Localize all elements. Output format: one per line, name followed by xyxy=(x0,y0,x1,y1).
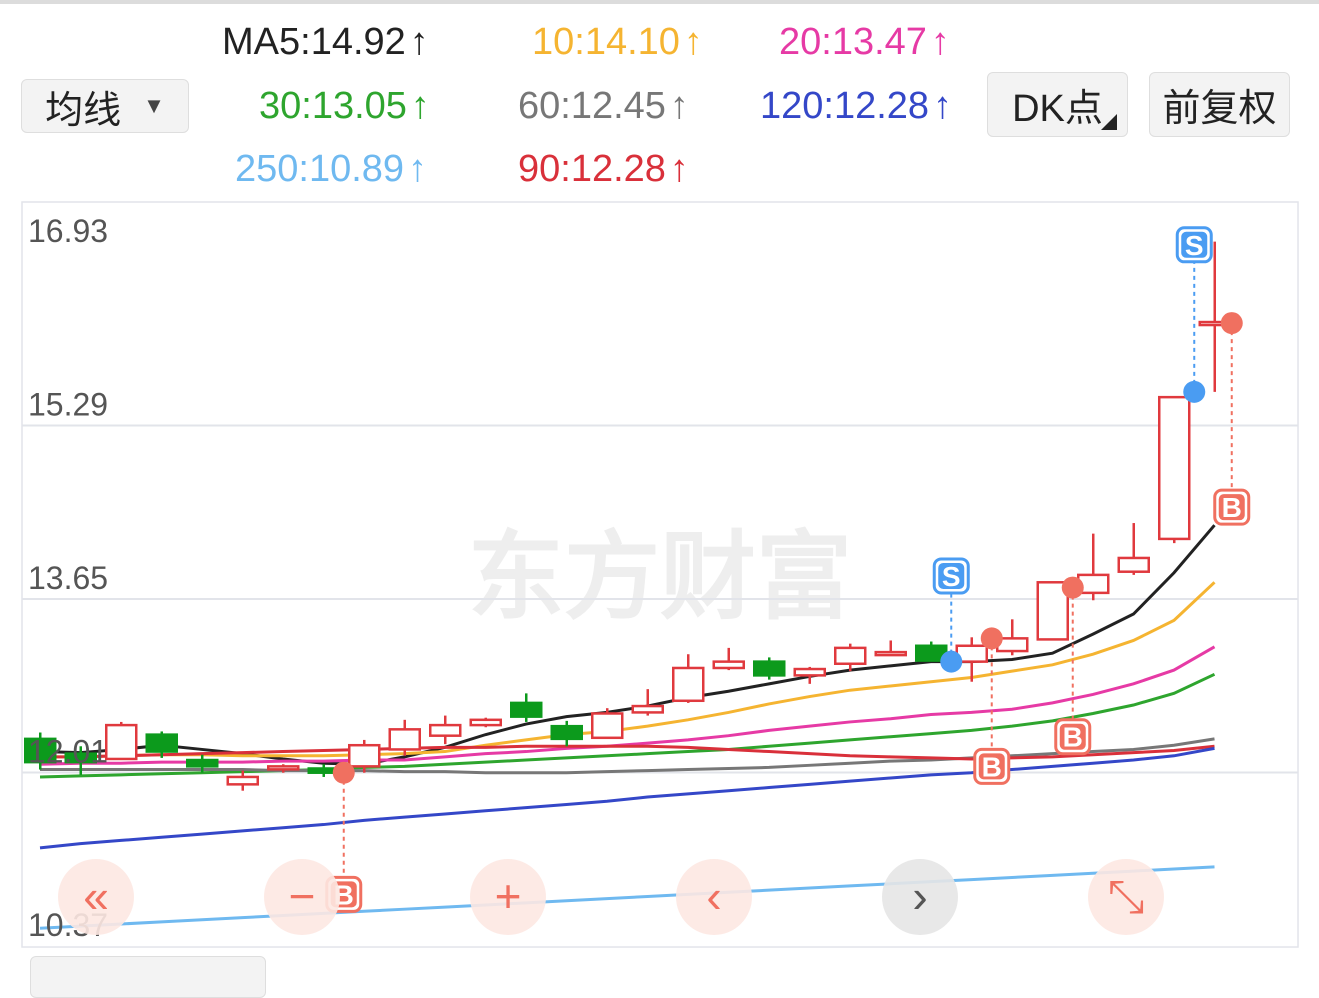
signal-letter: S xyxy=(1185,230,1204,261)
candle-body xyxy=(145,733,178,753)
candle-body xyxy=(793,667,826,677)
y-tick-label: 13.65 xyxy=(28,560,108,596)
candle-body xyxy=(186,758,219,768)
candle-body xyxy=(388,728,421,751)
candle-body xyxy=(469,718,502,727)
signal-dot xyxy=(1220,312,1243,335)
watermark: 东方财富 xyxy=(468,524,852,631)
y-tick-label: 12.01 xyxy=(28,734,108,770)
volume-indicator-select[interactable] xyxy=(30,956,266,998)
candle-body xyxy=(874,650,907,657)
signal-dot xyxy=(332,761,355,784)
signal-dot xyxy=(1183,380,1206,403)
signal-dot xyxy=(1061,576,1084,599)
candle-body xyxy=(631,704,664,714)
candle-body xyxy=(591,712,624,740)
signal-letter: B xyxy=(1063,722,1083,753)
fullscreen-button[interactable]: ⤡ xyxy=(1088,859,1164,935)
y-tick-label: 16.93 xyxy=(28,213,108,249)
prev-button[interactable]: ‹ xyxy=(676,859,752,935)
signal-letter: B xyxy=(982,751,1002,782)
candle-body xyxy=(105,723,138,761)
candle xyxy=(591,708,624,740)
candle xyxy=(1158,395,1191,544)
candle xyxy=(753,657,786,680)
y-tick-label: 15.29 xyxy=(28,387,108,423)
rewind-icon: « xyxy=(83,870,109,922)
zoom-out-button[interactable]: − xyxy=(264,859,340,935)
candle-body xyxy=(267,765,300,771)
prev-icon: ‹ xyxy=(706,870,721,922)
candle-body xyxy=(1158,395,1191,541)
next-icon: › xyxy=(912,870,927,922)
candle-body xyxy=(226,775,259,786)
signal-dot xyxy=(980,627,1003,650)
candle-body xyxy=(429,723,462,737)
zoom-in-button[interactable]: + xyxy=(470,859,546,935)
candle xyxy=(105,721,138,761)
candle-body xyxy=(712,660,745,670)
candle-body xyxy=(834,646,867,666)
rewind-button[interactable]: « xyxy=(58,859,134,935)
zoom-in-icon: + xyxy=(495,870,522,922)
fullscreen-icon: ⤡ xyxy=(1108,870,1145,922)
signal-dot xyxy=(940,650,963,673)
zoom-out-icon: − xyxy=(289,870,316,922)
candle xyxy=(469,717,502,728)
candle-body xyxy=(348,743,381,768)
signal-letter: B xyxy=(1222,492,1242,523)
candle-body xyxy=(510,701,543,718)
next-button[interactable]: › xyxy=(882,859,958,935)
signal-letter: S xyxy=(942,561,961,592)
candle-body xyxy=(1117,556,1150,573)
candle-body xyxy=(550,724,583,741)
candle-body xyxy=(753,660,786,677)
candle-body xyxy=(672,666,705,703)
kline-chart[interactable]: 东方财富 16.9315.2913.6512.0110.37 BSBBSB «−… xyxy=(0,0,1319,972)
